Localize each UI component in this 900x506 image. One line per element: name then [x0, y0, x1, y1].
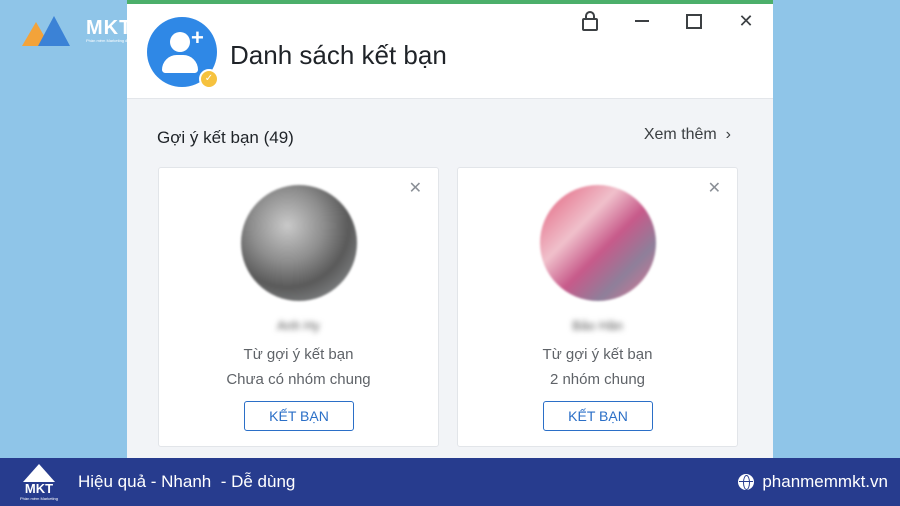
dismiss-icon[interactable]: ✕ [708, 178, 721, 198]
mutual-groups: 2 nhóm chung [549, 371, 646, 388]
brand-logo: MKT Phần mềm Marketing đa kênh [22, 16, 139, 46]
suggestions-heading: Gợi ý kết bạn (49) [157, 128, 294, 147]
avatar [241, 185, 357, 301]
add-friend-icon: + ✓ [147, 17, 219, 89]
website-label: phanmemmkt.vn [762, 472, 888, 491]
suggestion-card: ✕ Bảo Hân Từ gợi ý kết bạn 2 nhóm chung … [457, 167, 738, 447]
close-icon[interactable]: ✕ [737, 11, 755, 31]
globe-icon [738, 474, 755, 490]
footer-logo-sub: Phần mềm Marketing [19, 496, 58, 501]
maximize-icon[interactable] [685, 12, 703, 30]
footer-logo-text: MKT [24, 481, 54, 496]
minimize-icon[interactable] [633, 12, 651, 30]
footer-logo: MKT Phần mềm Marketing [18, 462, 60, 502]
window-title: Danh sách kết bạn [230, 40, 447, 70]
brand-mark-icon [22, 16, 80, 46]
avatar [540, 185, 656, 301]
chevron-right-icon: › [721, 126, 731, 143]
add-friend-button[interactable]: KẾT BẠN [244, 401, 354, 431]
logo-mark-icon [23, 464, 55, 482]
suggestion-card: ✕ Anh Hy Từ gợi ý kết bạn Chưa có nhóm c… [158, 167, 439, 447]
verified-check-icon: ✓ [199, 69, 219, 89]
dismiss-icon[interactable]: ✕ [409, 178, 422, 198]
see-more-link[interactable]: Xem thêm › [644, 126, 731, 144]
add-friend-button[interactable]: KẾT BẠN [543, 401, 653, 431]
suggestion-name: Anh Hy [277, 318, 320, 333]
window-controls: ✕ [581, 10, 755, 31]
suggestion-name: Bảo Hân [572, 318, 623, 333]
website-link[interactable]: phanmemmkt.vn [738, 472, 888, 492]
lock-icon[interactable] [581, 10, 599, 31]
footer-banner: MKT Phần mềm Marketing Hiệu quả - Nhanh … [0, 458, 900, 506]
suggestion-source: Từ gợi ý kết bạn [243, 346, 354, 363]
see-more-label: Xem thêm [643, 126, 717, 143]
footer-slogan: Hiệu quả - Nhanh - Dễ dùng [78, 472, 296, 491]
mutual-groups: Chưa có nhóm chung [226, 371, 371, 388]
suggestion-source: Từ gợi ý kết bạn [542, 346, 653, 363]
window-header: + ✓ Danh sách kết bạn ✕ [127, 4, 773, 99]
